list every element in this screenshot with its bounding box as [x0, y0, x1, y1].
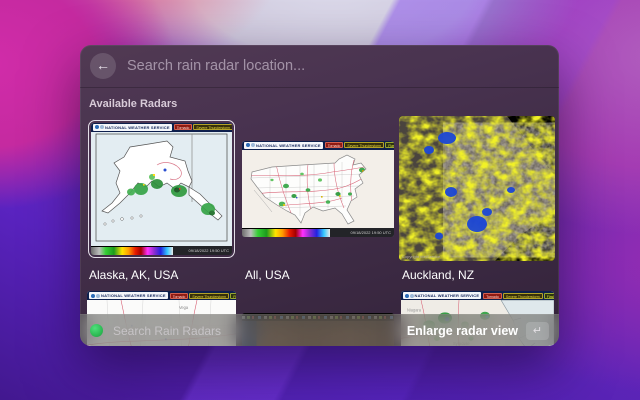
flash-flood-legend-button[interactable]: Flash Flood	[385, 142, 394, 148]
alaska-radar-map	[91, 132, 232, 246]
severe-thunderstorm-legend-button[interactable]: Severe Thunderstorm	[503, 293, 543, 299]
nws-logo-box: NATIONAL WEATHER SERVICE	[89, 292, 168, 299]
radar-label-alaska: Alaska, AK, USA	[86, 268, 237, 282]
auckland-radar-card: Copyright MetService	[399, 116, 555, 261]
nws-header: NATIONAL WEATHER SERVICE Tornado Severe …	[242, 141, 394, 150]
tornado-legend-button[interactable]: Tornado	[174, 124, 193, 130]
radar-label-auckland: Auckland, NZ	[399, 268, 555, 282]
noaa-logo-icon	[246, 143, 250, 147]
enlarge-radar-action[interactable]: Enlarge radar view	[407, 324, 518, 338]
back-button[interactable]: ←	[90, 53, 116, 79]
nws-header: NATIONAL WEATHER SERVICE Tornado Severe …	[87, 291, 236, 300]
arrow-left-icon: ←	[96, 57, 110, 73]
nws-logo-icon	[100, 125, 104, 129]
search-bar: ←	[80, 45, 559, 88]
nws-radar-card-alaska: NATIONAL WEATHER SERVICE Tornado Severe …	[91, 123, 232, 255]
section-title: Available Radars	[89, 98, 559, 110]
nws-logo-icon	[251, 143, 255, 147]
radar-timestamp: 09/18/2022 19:50 UTC	[173, 246, 232, 255]
svg-text:Niagara: Niagara	[407, 307, 422, 312]
radar-thumb-all-usa[interactable]: NATIONAL WEATHER SERVICE Tornado Severe …	[242, 116, 394, 261]
flash-flood-legend-button[interactable]: Flash Flood	[544, 293, 554, 299]
nws-radar-card-usa: NATIONAL WEATHER SERVICE Tornado Severe …	[242, 141, 394, 237]
auckland-radar-map	[399, 116, 555, 261]
severe-thunderstorm-legend-button[interactable]: Severe Thunderstorm	[344, 142, 384, 148]
radar-timestamp: 09/18/2022 19:50 UTC	[330, 228, 394, 237]
return-key-icon[interactable]: ↵	[526, 322, 549, 340]
reflectivity-scale-bar: 09/18/2022 19:50 UTC	[91, 246, 232, 255]
nws-logo-icon	[96, 294, 100, 298]
rain-radar-search-window: ← Available Radars NATIONAL WEATHER SERV…	[80, 45, 559, 346]
search-input[interactable]	[127, 58, 549, 74]
noaa-logo-icon	[91, 294, 95, 298]
footer-bar: Search Rain Radars Enlarge radar view ↵	[80, 314, 559, 346]
nws-header: NATIONAL WEATHER SERVICE Tornado Severe …	[401, 291, 554, 300]
tornado-legend-button[interactable]: Tornado	[325, 142, 344, 148]
nws-title: NATIONAL WEATHER SERVICE	[105, 125, 170, 130]
copyright-text: Copyright MetService	[402, 254, 440, 259]
usa-radar-map	[242, 150, 394, 228]
nws-logo-icon	[410, 294, 414, 298]
radar-thumb-alaska[interactable]: NATIONAL WEATHER SERVICE Tornado Severe …	[86, 116, 237, 261]
radar-grid-row-1: NATIONAL WEATHER SERVICE Tornado Severe …	[80, 116, 559, 261]
svg-text:Vega: Vega	[179, 305, 189, 310]
dbz-color-scale	[242, 228, 330, 237]
severe-thunderstorm-legend-button[interactable]: Severe Thunderstorm	[189, 293, 229, 299]
nws-logo-box: NATIONAL WEATHER SERVICE	[403, 292, 482, 299]
flash-flood-legend-button[interactable]: Flash Flood	[230, 293, 236, 299]
nws-header: NATIONAL WEATHER SERVICE Tornado Severe …	[91, 123, 232, 132]
severe-thunderstorm-legend-button[interactable]: Severe Thunderstorm	[193, 124, 232, 130]
radar-labels-row: Alaska, AK, USA All, USA Auckland, NZ	[80, 268, 559, 282]
reflectivity-scale-bar: 09/18/2022 19:50 UTC	[242, 228, 394, 237]
nws-title: NATIONAL WEATHER SERVICE	[101, 293, 166, 298]
nws-logo-box: NATIONAL WEATHER SERVICE	[93, 124, 172, 131]
footer-status-text: Search Rain Radars	[113, 324, 221, 338]
tornado-legend-button[interactable]: Tornado	[483, 293, 502, 299]
tornado-legend-button[interactable]: Tornado	[170, 293, 189, 299]
radar-thumb-auckland[interactable]: Copyright MetService	[399, 116, 555, 261]
dbz-color-scale	[91, 246, 173, 255]
noaa-logo-icon	[95, 125, 99, 129]
nws-title: NATIONAL WEATHER SERVICE	[415, 293, 480, 298]
radar-label-all-usa: All, USA	[242, 268, 394, 282]
nws-title: NATIONAL WEATHER SERVICE	[256, 143, 321, 148]
selection-ring: NATIONAL WEATHER SERVICE Tornado Severe …	[88, 120, 235, 258]
nws-logo-box: NATIONAL WEATHER SERVICE	[244, 142, 323, 149]
app-icon-green	[90, 324, 103, 337]
noaa-logo-icon	[405, 294, 409, 298]
